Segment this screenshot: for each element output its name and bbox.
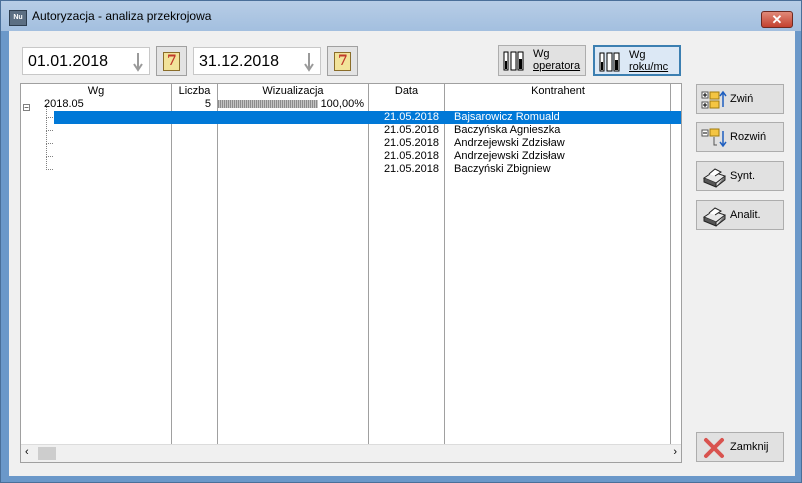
row-contractor: Baczyński Zbigniew [454, 163, 551, 175]
tree-connector [46, 131, 53, 144]
row-date: 21.05.2018 [383, 150, 439, 162]
scroll-right-icon[interactable]: › [673, 446, 677, 458]
group-by-operator-button[interactable]: Wg operatora [498, 45, 586, 76]
analysis-grid[interactable]: Wg Liczba Wizualizacja Data Kontrahent −… [20, 83, 682, 463]
scroll-thumb[interactable] [38, 447, 56, 460]
table-row[interactable]: 21.05.2018 Andrzejewski Zdzisław [21, 131, 681, 150]
selection-highlight [54, 111, 681, 124]
row-contractor: Andrzejewski Zdzisław [454, 137, 565, 149]
collapse-all-button[interactable]: Zwiń [696, 84, 784, 114]
close-dialog-label: Zamknij [730, 441, 769, 453]
group-by-operator-line2: operatora [533, 60, 581, 72]
date-to-calendar-button[interactable]: 7 [327, 46, 358, 76]
row-date: 21.05.2018 [383, 163, 439, 175]
group-by-year-month-line2: roku/mc [629, 61, 669, 73]
column-header-wg[interactable]: Wg [21, 84, 171, 98]
row-contractor: Bajsarowicz Romuald [454, 111, 560, 123]
calendar-icon: 7 [163, 52, 180, 71]
printer-icon [702, 168, 727, 188]
printer-icon [702, 207, 727, 227]
dialog-body: 01.01.2018 7 31.12.2018 7 Wg operatora W… [9, 31, 795, 476]
arrow-down-icon[interactable] [304, 52, 314, 72]
sort-columns-icon [503, 51, 524, 71]
date-from-calendar-button[interactable]: 7 [156, 46, 187, 76]
synthetic-print-button[interactable]: Synt. [696, 161, 784, 191]
column-header-data[interactable]: Data [369, 84, 444, 98]
calendar-icon: 7 [334, 52, 351, 71]
group-by-operator-line1: Wg [533, 48, 550, 60]
date-to-value: 31.12.2018 [199, 53, 280, 70]
table-row[interactable]: 21.05.2018 Andrzejewski Zdzisław [21, 144, 681, 163]
title-bar[interactable]: Nu Autoryzacja - analiza przekrojowa ✕ [1, 1, 801, 31]
group-count: 5 [204, 98, 211, 110]
tree-connector [46, 118, 53, 131]
horizontal-scrollbar[interactable]: ‹ › [21, 444, 681, 462]
collapse-all-label: Zwiń [730, 93, 754, 105]
tree-connector [46, 105, 53, 118]
date-from-value: 01.01.2018 [28, 53, 109, 70]
group-by-year-month-line1: Wg [629, 49, 646, 61]
table-row[interactable]: 21.05.2018 Baczyńska Agnieszka [21, 118, 681, 137]
app-icon: Nu [9, 10, 27, 26]
row-contractor: Andrzejewski Zdzisław [454, 150, 565, 162]
column-header-wizualizacja[interactable]: Wizualizacja [218, 84, 368, 98]
window-title: Autoryzacja - analiza przekrojowa [32, 9, 212, 23]
close-x-icon [704, 438, 724, 458]
folder-tree-expand-icon [701, 128, 727, 148]
tree-connector [46, 157, 53, 170]
arrow-down-icon[interactable] [133, 52, 143, 72]
group-by-year-month-button[interactable]: Wg roku/mc [593, 45, 681, 76]
tree-connector [46, 144, 53, 157]
row-date: 21.05.2018 [383, 124, 439, 136]
sort-columns-icon [599, 52, 620, 72]
collapse-node-icon[interactable]: − [23, 104, 30, 112]
close-dialog-button[interactable]: Zamknij [696, 432, 784, 462]
scroll-left-icon[interactable]: ‹ [25, 446, 29, 458]
group-row[interactable]: − 2018.05 5 100,00% [21, 98, 681, 112]
date-from-field[interactable]: 01.01.2018 [22, 47, 150, 75]
column-header-kontrahent[interactable]: Kontrahent [445, 84, 671, 98]
analytic-print-label: Analit. [730, 209, 761, 221]
synthetic-print-label: Synt. [730, 170, 756, 182]
row-contractor: Baczyńska Agnieszka [454, 124, 561, 136]
row-date: 21.05.2018 [383, 111, 439, 123]
table-row[interactable]: 21.05.2018 Baczyński Zbigniew [21, 157, 681, 176]
group-percent-bar: 100,00% [218, 98, 364, 111]
column-header-liczba[interactable]: Liczba [172, 84, 217, 98]
expand-all-button[interactable]: Rozwiń [696, 122, 784, 152]
window-close-button[interactable]: ✕ [761, 11, 793, 28]
group-percent-label: 100,00% [320, 98, 364, 110]
date-to-field[interactable]: 31.12.2018 [193, 47, 321, 75]
analytic-print-button[interactable]: Analit. [696, 200, 784, 230]
row-date: 21.05.2018 [383, 137, 439, 149]
folder-tree-collapse-icon [701, 90, 727, 109]
expand-all-label: Rozwiń [730, 131, 767, 143]
table-row[interactable]: 21.05.2018 Bajsarowicz Romuald [21, 105, 681, 124]
app-window: Nu Autoryzacja - analiza przekrojowa ✕ 0… [0, 0, 802, 483]
